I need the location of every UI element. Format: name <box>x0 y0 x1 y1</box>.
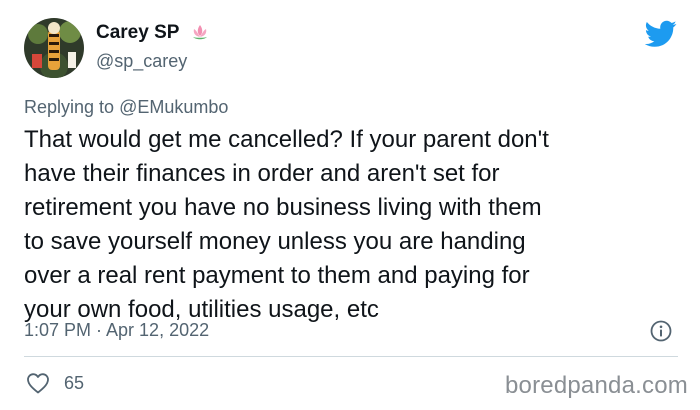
tweet-line: have their finances in order and aren't … <box>24 160 500 187</box>
reply-mention-link[interactable]: @EMukumbo <box>119 97 228 117</box>
author-name[interactable]: Carey SP <box>96 22 211 44</box>
lotus-icon <box>193 25 208 40</box>
info-icon[interactable] <box>650 320 672 342</box>
tweet-line: That would get me cancelled? If your par… <box>24 126 549 153</box>
tweet-timestamp[interactable]: 1:07 PM · Apr 12, 2022 <box>24 320 209 341</box>
tweet-line: to save yourself money unless you are ha… <box>24 228 526 255</box>
divider <box>24 356 678 357</box>
display-name-text: Carey SP <box>96 22 180 43</box>
avatar-image <box>24 18 84 78</box>
reply-context: Replying to @EMukumbo <box>24 97 228 118</box>
author-handle[interactable]: @sp_carey <box>96 51 187 72</box>
tweet-line: retirement you have no business living w… <box>24 194 542 221</box>
avatar[interactable] <box>24 18 84 78</box>
watermark: boredpanda.com <box>505 372 688 399</box>
tweet-line: over a real rent payment to them and pay… <box>24 262 530 289</box>
like-count: 65 <box>64 373 85 393</box>
reply-prefix: Replying to <box>24 97 115 117</box>
twitter-bird-icon[interactable] <box>645 20 677 48</box>
heart-icon[interactable] <box>26 372 50 394</box>
tweet-text: That would get me cancelled? If your par… <box>24 123 684 327</box>
